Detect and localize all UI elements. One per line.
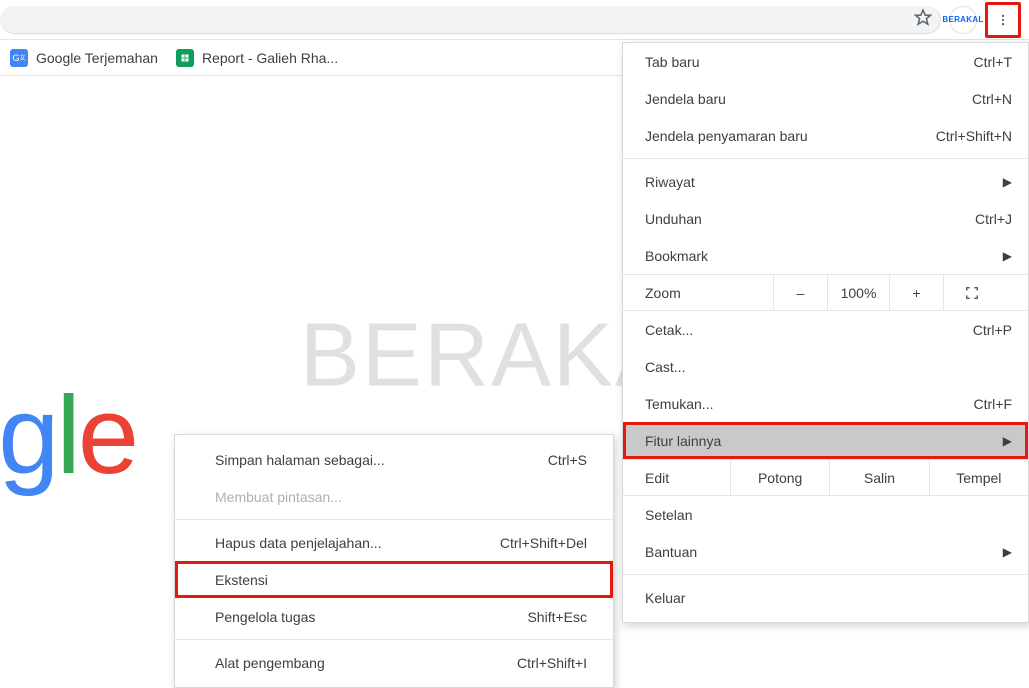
menu-separator — [623, 574, 1028, 575]
menu-more-tools[interactable]: Fitur lainnya ▶ — [623, 422, 1028, 459]
fullscreen-button[interactable] — [944, 275, 1000, 310]
edit-paste-button[interactable]: Tempel — [930, 460, 1028, 495]
edit-copy-button[interactable]: Salin — [830, 460, 929, 495]
submenu-clear-data[interactable]: Hapus data penjelajahan... Ctrl+Shift+De… — [175, 524, 613, 561]
menu-print-label: Cetak... — [645, 322, 693, 338]
main-menu: Tab baru Ctrl+T Jendela baru Ctrl+N Jend… — [622, 42, 1029, 623]
edit-cut-button[interactable]: Potong — [731, 460, 830, 495]
menu-help-label: Bantuan — [645, 544, 697, 560]
url-field[interactable] — [0, 6, 941, 34]
menu-find-label: Temukan... — [645, 396, 713, 412]
menu-new-tab-shortcut: Ctrl+T — [974, 54, 1013, 70]
submenu-extensions-label: Ekstensi — [215, 572, 268, 588]
bookmark-translate-label: Google Terjemahan — [36, 50, 158, 66]
submenu-save-page-label: Simpan halaman sebagai... — [215, 452, 385, 468]
menu-new-window[interactable]: Jendela baru Ctrl+N — [623, 80, 1028, 117]
menu-exit[interactable]: Keluar — [623, 579, 1028, 616]
menu-print-shortcut: Ctrl+P — [973, 322, 1012, 338]
bookmark-report-label: Report - Galieh Rha... — [202, 50, 338, 66]
menu-downloads-label: Unduhan — [645, 211, 702, 227]
zoom-out-button[interactable]: – — [774, 275, 828, 310]
submenu-create-shortcut-label: Membuat pintasan... — [215, 489, 342, 505]
submenu-dev-tools[interactable]: Alat pengembang Ctrl+Shift+I — [175, 644, 613, 681]
submenu-extensions[interactable]: Ekstensi — [175, 561, 613, 598]
submenu-dev-tools-label: Alat pengembang — [215, 655, 325, 671]
menu-history-label: Riwayat — [645, 174, 695, 190]
zoom-in-button[interactable]: + — [890, 275, 944, 310]
bookmark-translate[interactable]: G文 Google Terjemahan — [10, 49, 158, 67]
menu-settings[interactable]: Setelan — [623, 496, 1028, 533]
menu-bookmarks[interactable]: Bookmark ▶ — [623, 237, 1028, 274]
menu-history[interactable]: Riwayat ▶ — [623, 163, 1028, 200]
menu-edit-row: Edit Potong Salin Tempel — [623, 459, 1028, 496]
menu-zoom-label: Zoom — [645, 285, 773, 301]
menu-downloads-shortcut: Ctrl+J — [975, 211, 1012, 227]
menu-more-tools-label: Fitur lainnya — [645, 433, 721, 449]
menu-edit-label: Edit — [623, 460, 731, 495]
chevron-right-icon: ▶ — [1003, 545, 1012, 559]
translate-icon: G文 — [10, 49, 28, 67]
menu-downloads[interactable]: Unduhan Ctrl+J — [623, 200, 1028, 237]
menu-incognito[interactable]: Jendela penyamaran baru Ctrl+Shift+N — [623, 117, 1028, 154]
submenu-task-manager-shortcut: Shift+Esc — [527, 609, 587, 625]
menu-zoom: Zoom – 100% + — [623, 274, 1028, 311]
chevron-right-icon: ▶ — [1003, 175, 1012, 189]
menu-settings-label: Setelan — [645, 507, 692, 523]
menu-new-window-shortcut: Ctrl+N — [972, 91, 1012, 107]
submenu-separator — [175, 519, 613, 520]
menu-cast[interactable]: Cast... — [623, 348, 1028, 385]
menu-find-shortcut: Ctrl+F — [974, 396, 1013, 412]
bookmark-star-icon[interactable] — [914, 9, 932, 30]
menu-print[interactable]: Cetak... Ctrl+P — [623, 311, 1028, 348]
menu-separator — [623, 158, 1028, 159]
menu-bookmarks-label: Bookmark — [645, 248, 708, 264]
menu-cast-label: Cast... — [645, 359, 685, 375]
more-button-highlight — [985, 2, 1021, 38]
menu-exit-label: Keluar — [645, 590, 685, 606]
chevron-right-icon: ▶ — [1003, 249, 1012, 263]
menu-find[interactable]: Temukan... Ctrl+F — [623, 385, 1028, 422]
address-bar: BERAKAL — [0, 0, 1029, 40]
submenu-save-page-shortcut: Ctrl+S — [548, 452, 587, 468]
menu-incognito-shortcut: Ctrl+Shift+N — [936, 128, 1012, 144]
kebab-menu-button[interactable] — [989, 6, 1017, 34]
menu-new-tab[interactable]: Tab baru Ctrl+T — [623, 43, 1028, 80]
more-tools-submenu: Simpan halaman sebagai... Ctrl+S Membuat… — [174, 434, 614, 688]
google-logo: ogle — [0, 381, 136, 491]
submenu-clear-data-shortcut: Ctrl+Shift+Del — [500, 535, 587, 551]
submenu-save-page[interactable]: Simpan halaman sebagai... Ctrl+S — [175, 441, 613, 478]
sheets-icon — [176, 49, 194, 67]
profile-avatar[interactable]: BERAKAL — [949, 6, 977, 34]
bookmark-report[interactable]: Report - Galieh Rha... — [176, 49, 338, 67]
menu-help[interactable]: Bantuan ▶ — [623, 533, 1028, 570]
submenu-dev-tools-shortcut: Ctrl+Shift+I — [517, 655, 587, 671]
menu-new-window-label: Jendela baru — [645, 91, 726, 107]
menu-incognito-label: Jendela penyamaran baru — [645, 128, 808, 144]
submenu-clear-data-label: Hapus data penjelajahan... — [215, 535, 382, 551]
submenu-create-shortcut[interactable]: Membuat pintasan... — [175, 478, 613, 515]
zoom-percent: 100% — [828, 275, 890, 310]
submenu-separator — [175, 639, 613, 640]
submenu-task-manager-label: Pengelola tugas — [215, 609, 315, 625]
avatar-label: BERAKAL — [942, 15, 983, 24]
submenu-task-manager[interactable]: Pengelola tugas Shift+Esc — [175, 598, 613, 635]
menu-new-tab-label: Tab baru — [645, 54, 699, 70]
chevron-right-icon: ▶ — [1003, 434, 1012, 448]
